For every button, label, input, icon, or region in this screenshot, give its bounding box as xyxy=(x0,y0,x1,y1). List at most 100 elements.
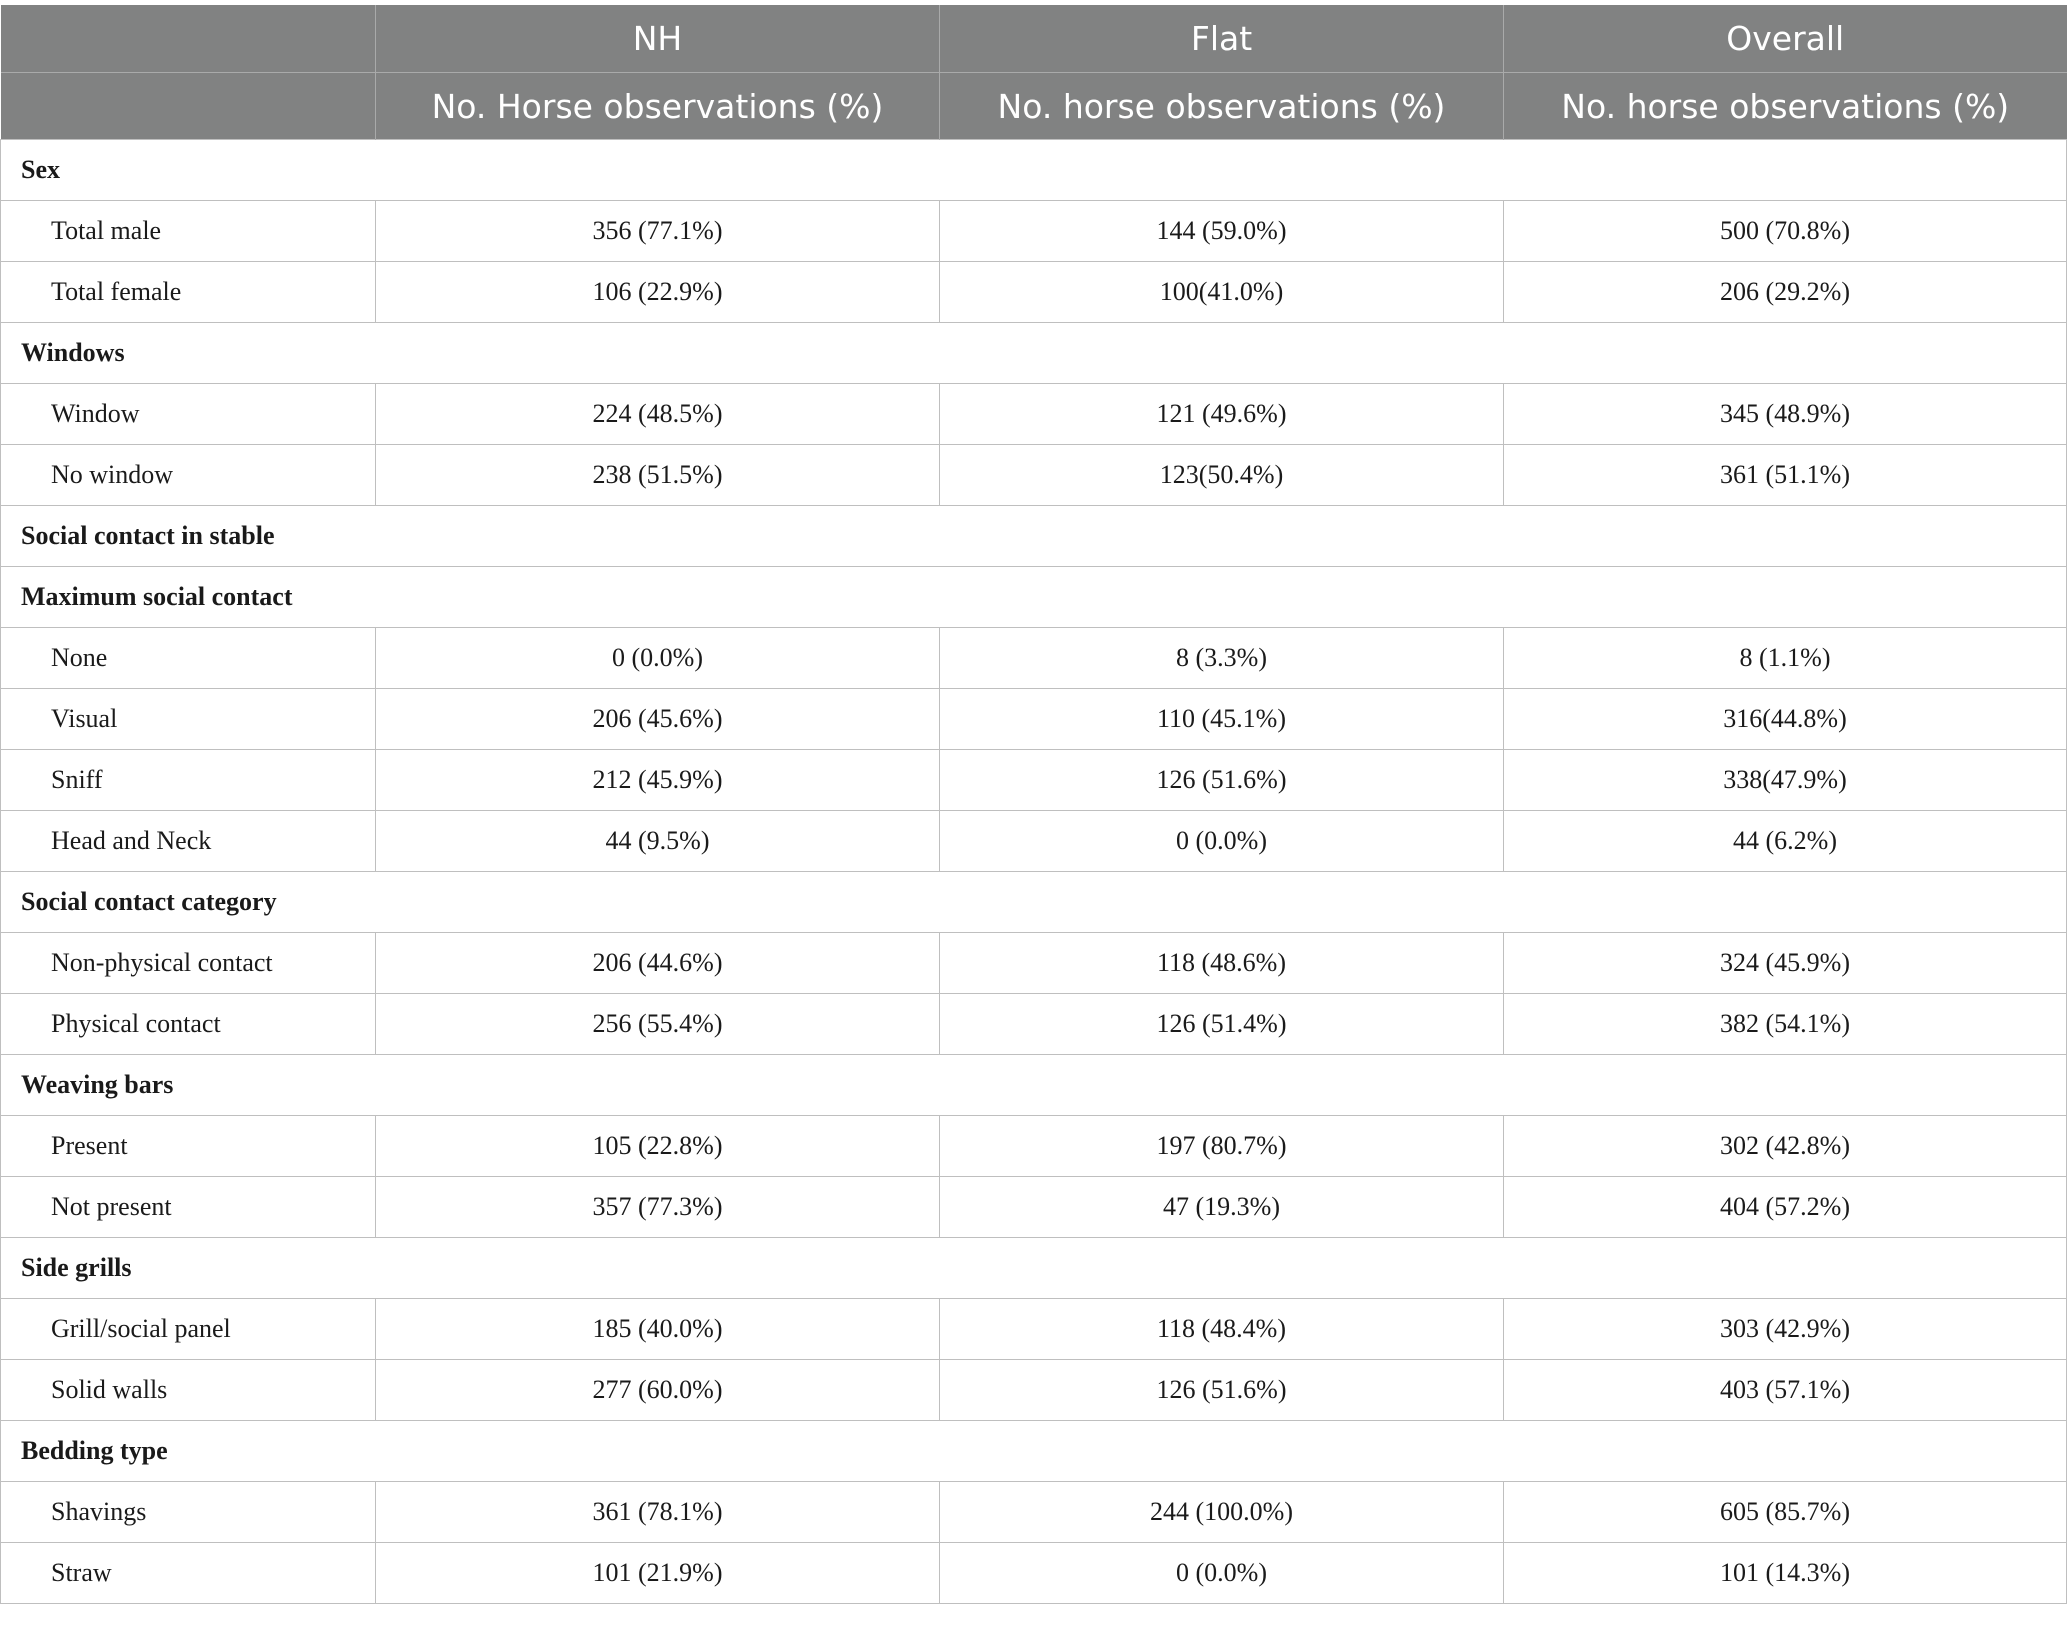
header-group-flat: Flat xyxy=(939,5,1504,73)
cell-overall: 345 (48.9%) xyxy=(1503,383,2067,445)
cell-flat: 118 (48.6%) xyxy=(939,932,1504,994)
row-label: No window xyxy=(0,444,376,506)
section-row: Bedding type xyxy=(0,1420,2067,1482)
cell-flat: 197 (80.7%) xyxy=(939,1115,1504,1177)
section-label: Maximum social contact xyxy=(0,566,2067,628)
cell-nh: 106 (22.9%) xyxy=(375,261,940,323)
cell-nh: 238 (51.5%) xyxy=(375,444,940,506)
cell-flat: 144 (59.0%) xyxy=(939,200,1504,262)
cell-nh: 277 (60.0%) xyxy=(375,1359,940,1421)
header-corner-cell-2 xyxy=(0,72,376,140)
section-label: Side grills xyxy=(0,1237,2067,1299)
table-row: Present 105 (22.8%) 197 (80.7%) 302 (42.8%) xyxy=(0,1115,2067,1177)
header-corner-cell xyxy=(0,5,376,73)
section-row: Sex xyxy=(0,139,2067,201)
cell-nh: 206 (45.6%) xyxy=(375,688,940,750)
row-label: Total female xyxy=(0,261,376,323)
row-label: Grill/social panel xyxy=(0,1298,376,1360)
cell-overall: 316(44.8%) xyxy=(1503,688,2067,750)
cell-nh: 206 (44.6%) xyxy=(375,932,940,994)
cell-nh: 105 (22.8%) xyxy=(375,1115,940,1177)
cell-nh: 212 (45.9%) xyxy=(375,749,940,811)
data-table: NH Flat Overall No. Horse observations (… xyxy=(0,5,2067,1604)
cell-overall: 500 (70.8%) xyxy=(1503,200,2067,262)
table-row: Straw 101 (21.9%) 0 (0.0%) 101 (14.3%) xyxy=(0,1542,2067,1604)
cell-overall: 302 (42.8%) xyxy=(1503,1115,2067,1177)
row-label: Non-physical contact xyxy=(0,932,376,994)
cell-flat: 0 (0.0%) xyxy=(939,810,1504,872)
cell-overall: 338(47.9%) xyxy=(1503,749,2067,811)
section-row: Windows xyxy=(0,322,2067,384)
header-row-groups: NH Flat Overall xyxy=(0,5,2067,73)
cell-flat: 47 (19.3%) xyxy=(939,1176,1504,1238)
table-row: Physical contact 256 (55.4%) 126 (51.4%) 38… xyxy=(0,993,2067,1055)
table-row: Total female 106 (22.9%) 100(41.0%) 206 (29… xyxy=(0,261,2067,323)
table-row: No window 238 (51.5%) 123(50.4%) 361 (51.1%… xyxy=(0,444,2067,506)
cell-flat: 126 (51.4%) xyxy=(939,993,1504,1055)
cell-flat: 0 (0.0%) xyxy=(939,1542,1504,1604)
subheader-flat: No. horse observations (%) xyxy=(939,72,1504,140)
header-row-subheaders: No. Horse observations (%) No. horse obs… xyxy=(0,72,2067,140)
section-label: Social contact in stable xyxy=(0,505,2067,567)
cell-flat: 123(50.4%) xyxy=(939,444,1504,506)
cell-nh: 101 (21.9%) xyxy=(375,1542,940,1604)
table-row: Total male 356 (77.1%) 144 (59.0%) 500 (70.… xyxy=(0,200,2067,262)
cell-overall: 303 (42.9%) xyxy=(1503,1298,2067,1360)
cell-overall: 101 (14.3%) xyxy=(1503,1542,2067,1604)
cell-flat: 100(41.0%) xyxy=(939,261,1504,323)
header-group-overall: Overall xyxy=(1503,5,2067,73)
cell-overall: 382 (54.1%) xyxy=(1503,993,2067,1055)
cell-nh: 361 (78.1%) xyxy=(375,1481,940,1543)
section-label: Windows xyxy=(0,322,2067,384)
cell-overall: 44 (6.2%) xyxy=(1503,810,2067,872)
row-label: Not present xyxy=(0,1176,376,1238)
cell-flat: 244 (100.0%) xyxy=(939,1481,1504,1543)
cell-overall: 605 (85.7%) xyxy=(1503,1481,2067,1543)
cell-overall: 361 (51.1%) xyxy=(1503,444,2067,506)
table-row: Visual 206 (45.6%) 110 (45.1%) 316(44.8%) xyxy=(0,688,2067,750)
table-row: Non-physical contact 206 (44.6%) 118 (48.6… xyxy=(0,932,2067,994)
cell-nh: 256 (55.4%) xyxy=(375,993,940,1055)
row-label: Present xyxy=(0,1115,376,1177)
table-row: Grill/social panel 185 (40.0%) 118 (48.4%)… xyxy=(0,1298,2067,1360)
cell-overall: 403 (57.1%) xyxy=(1503,1359,2067,1421)
cell-flat: 126 (51.6%) xyxy=(939,749,1504,811)
row-label: Straw xyxy=(0,1542,376,1604)
cell-nh: 357 (77.3%) xyxy=(375,1176,940,1238)
section-row: Social contact category xyxy=(0,871,2067,933)
data-table-container: NH Flat Overall No. Horse observations (… xyxy=(0,5,2067,1604)
table-row: Window 224 (48.5%) 121 (49.6%) 345 (48.9%) xyxy=(0,383,2067,445)
row-label: Sniff xyxy=(0,749,376,811)
cell-flat: 126 (51.6%) xyxy=(939,1359,1504,1421)
cell-overall: 404 (57.2%) xyxy=(1503,1176,2067,1238)
table-row: None 0 (0.0%) 8 (3.3%) 8 (1.1%) xyxy=(0,627,2067,689)
table-body: Sex Total male 356 (77.1%) 144 (59.0%) 500 (… xyxy=(0,139,2067,1604)
cell-nh: 0 (0.0%) xyxy=(375,627,940,689)
cell-nh: 185 (40.0%) xyxy=(375,1298,940,1360)
table-row: Shavings 361 (78.1%) 244 (100.0%) 605 (85.7… xyxy=(0,1481,2067,1543)
table-row: Head and Neck 44 (9.5%) 0 (0.0%) 44 (6.2%) xyxy=(0,810,2067,872)
cell-overall: 206 (29.2%) xyxy=(1503,261,2067,323)
header-group-nh: NH xyxy=(375,5,940,73)
cell-nh: 44 (9.5%) xyxy=(375,810,940,872)
row-label: None xyxy=(0,627,376,689)
cell-flat: 110 (45.1%) xyxy=(939,688,1504,750)
row-label: Head and Neck xyxy=(0,810,376,872)
subheader-nh: No. Horse observations (%) xyxy=(375,72,940,140)
cell-nh: 356 (77.1%) xyxy=(375,200,940,262)
cell-flat: 118 (48.4%) xyxy=(939,1298,1504,1360)
cell-overall: 8 (1.1%) xyxy=(1503,627,2067,689)
table-row: Sniff 212 (45.9%) 126 (51.6%) 338(47.9%) xyxy=(0,749,2067,811)
section-row: Social contact in stable xyxy=(0,505,2067,567)
section-row: Side grills xyxy=(0,1237,2067,1299)
row-label: Visual xyxy=(0,688,376,750)
table-header: NH Flat Overall No. Horse observations (… xyxy=(0,5,2067,140)
cell-nh: 224 (48.5%) xyxy=(375,383,940,445)
section-row: Maximum social contact xyxy=(0,566,2067,628)
table-row: Not present 357 (77.3%) 47 (19.3%) 404 (57.… xyxy=(0,1176,2067,1238)
cell-flat: 8 (3.3%) xyxy=(939,627,1504,689)
section-label: Weaving bars xyxy=(0,1054,2067,1116)
section-label: Bedding type xyxy=(0,1420,2067,1482)
row-label: Physical contact xyxy=(0,993,376,1055)
row-label: Window xyxy=(0,383,376,445)
